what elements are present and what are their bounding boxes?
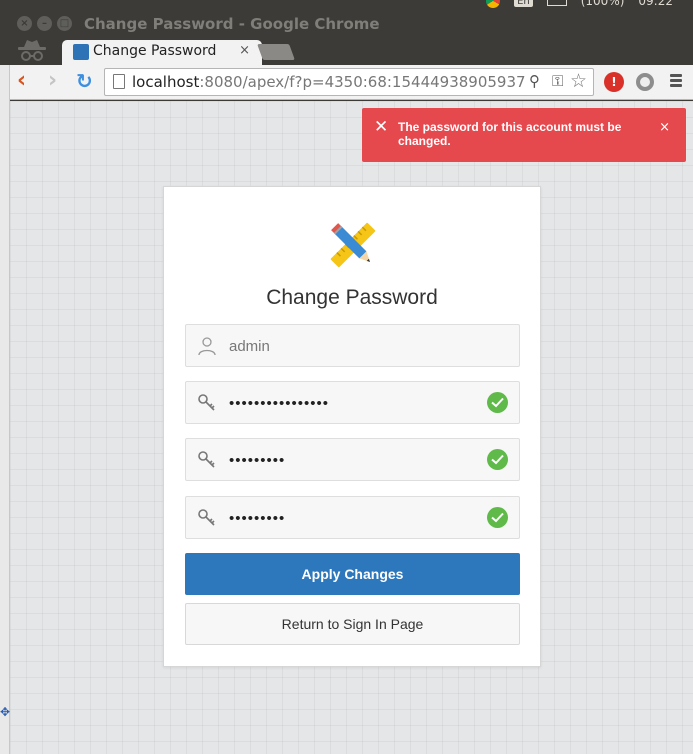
system-tray: En (100%) 09:22	[486, 0, 673, 8]
user-icon	[198, 337, 216, 356]
current-password-field[interactable]	[185, 381, 520, 424]
confirm-password-field[interactable]	[185, 496, 520, 539]
window-title: Change Password - Google Chrome	[84, 15, 380, 33]
page-info-icon[interactable]	[113, 74, 125, 89]
tab-close-icon[interactable]: ×	[239, 43, 250, 58]
left-panel-strip: ✥	[0, 65, 10, 754]
valid-check-icon	[487, 507, 508, 528]
key-icon[interactable]: ⚿	[552, 72, 563, 90]
error-icon: ✕	[374, 117, 389, 137]
window-close-button[interactable]: ×	[17, 16, 32, 31]
tab-change-password[interactable]: Change Password ×	[62, 40, 262, 65]
valid-check-icon	[487, 449, 508, 470]
window-minimize-button[interactable]: –	[37, 16, 52, 31]
page-viewport: ✕ The password for this account must be …	[10, 101, 693, 754]
keyboard-layout-indicator[interactable]: En	[514, 0, 533, 7]
new-password-field[interactable]	[185, 438, 520, 481]
confirm-password-input[interactable]	[229, 507, 479, 529]
clock[interactable]: 09:22	[638, 0, 673, 8]
new-tab-button[interactable]	[257, 44, 295, 60]
return-to-sign-in-button[interactable]: Return to Sign In Page	[185, 603, 520, 645]
window-titlebar: × – □ Change Password - Google Chrome	[0, 10, 693, 38]
address-bar[interactable]: localhost:8080/apex/f?p=4350:68:15444938…	[104, 68, 594, 96]
apex-favicon-icon	[73, 44, 89, 60]
username-input[interactable]	[229, 335, 479, 357]
key-icon	[198, 451, 215, 468]
chrome-menu-icon[interactable]	[670, 74, 682, 89]
url-host: localhost	[132, 73, 200, 91]
username-field[interactable]	[185, 324, 520, 367]
chrome-tray-icon[interactable]	[486, 0, 501, 8]
bookmark-star-icon[interactable]: ☆	[570, 70, 587, 92]
window-maximize-button[interactable]: □	[57, 16, 72, 31]
zoom-icon[interactable]: ⚲	[529, 72, 540, 90]
battery-icon[interactable]	[546, 0, 567, 6]
browser-toolbar: ‹ › ↻ localhost:8080/apex/f?p=4350:68:15…	[10, 65, 693, 100]
reload-icon[interactable]: ↻	[76, 70, 98, 92]
key-icon	[198, 509, 215, 526]
alert-close-icon[interactable]: ×	[659, 121, 670, 134]
change-password-card: Change Password admin •••••••••••••••• •…	[163, 186, 541, 667]
page-title: Change Password	[266, 286, 438, 309]
valid-check-icon	[487, 392, 508, 413]
adblock-extension-icon[interactable]: !	[604, 72, 624, 92]
move-handle-icon[interactable]: ✥	[0, 705, 10, 719]
tab-title: Change Password	[93, 43, 217, 59]
new-password-input[interactable]	[229, 449, 479, 471]
apply-changes-button[interactable]: Apply Changes	[185, 553, 520, 595]
error-alert: ✕ The password for this account must be …	[362, 108, 686, 162]
extension-circle-icon[interactable]	[636, 73, 654, 91]
os-top-bar: En (100%) 09:22	[0, 0, 693, 10]
alert-message: The password for this account must be ch…	[398, 120, 622, 148]
tab-strip: Change Password ×	[0, 38, 693, 65]
incognito-icon	[18, 40, 46, 61]
forward-arrow-icon[interactable]: ›	[48, 70, 70, 92]
key-icon	[198, 394, 215, 411]
pencil-ruler-logo-icon	[330, 222, 376, 268]
back-arrow-icon[interactable]: ‹	[17, 70, 39, 92]
current-password-input[interactable]	[229, 392, 479, 414]
url-text[interactable]: localhost:8080/apex/f?p=4350:68:15444938…	[132, 73, 527, 91]
url-path: :8080/apex/f?p=4350:68:15444938905937:::…	[199, 73, 527, 91]
battery-level: (100%)	[580, 0, 625, 8]
